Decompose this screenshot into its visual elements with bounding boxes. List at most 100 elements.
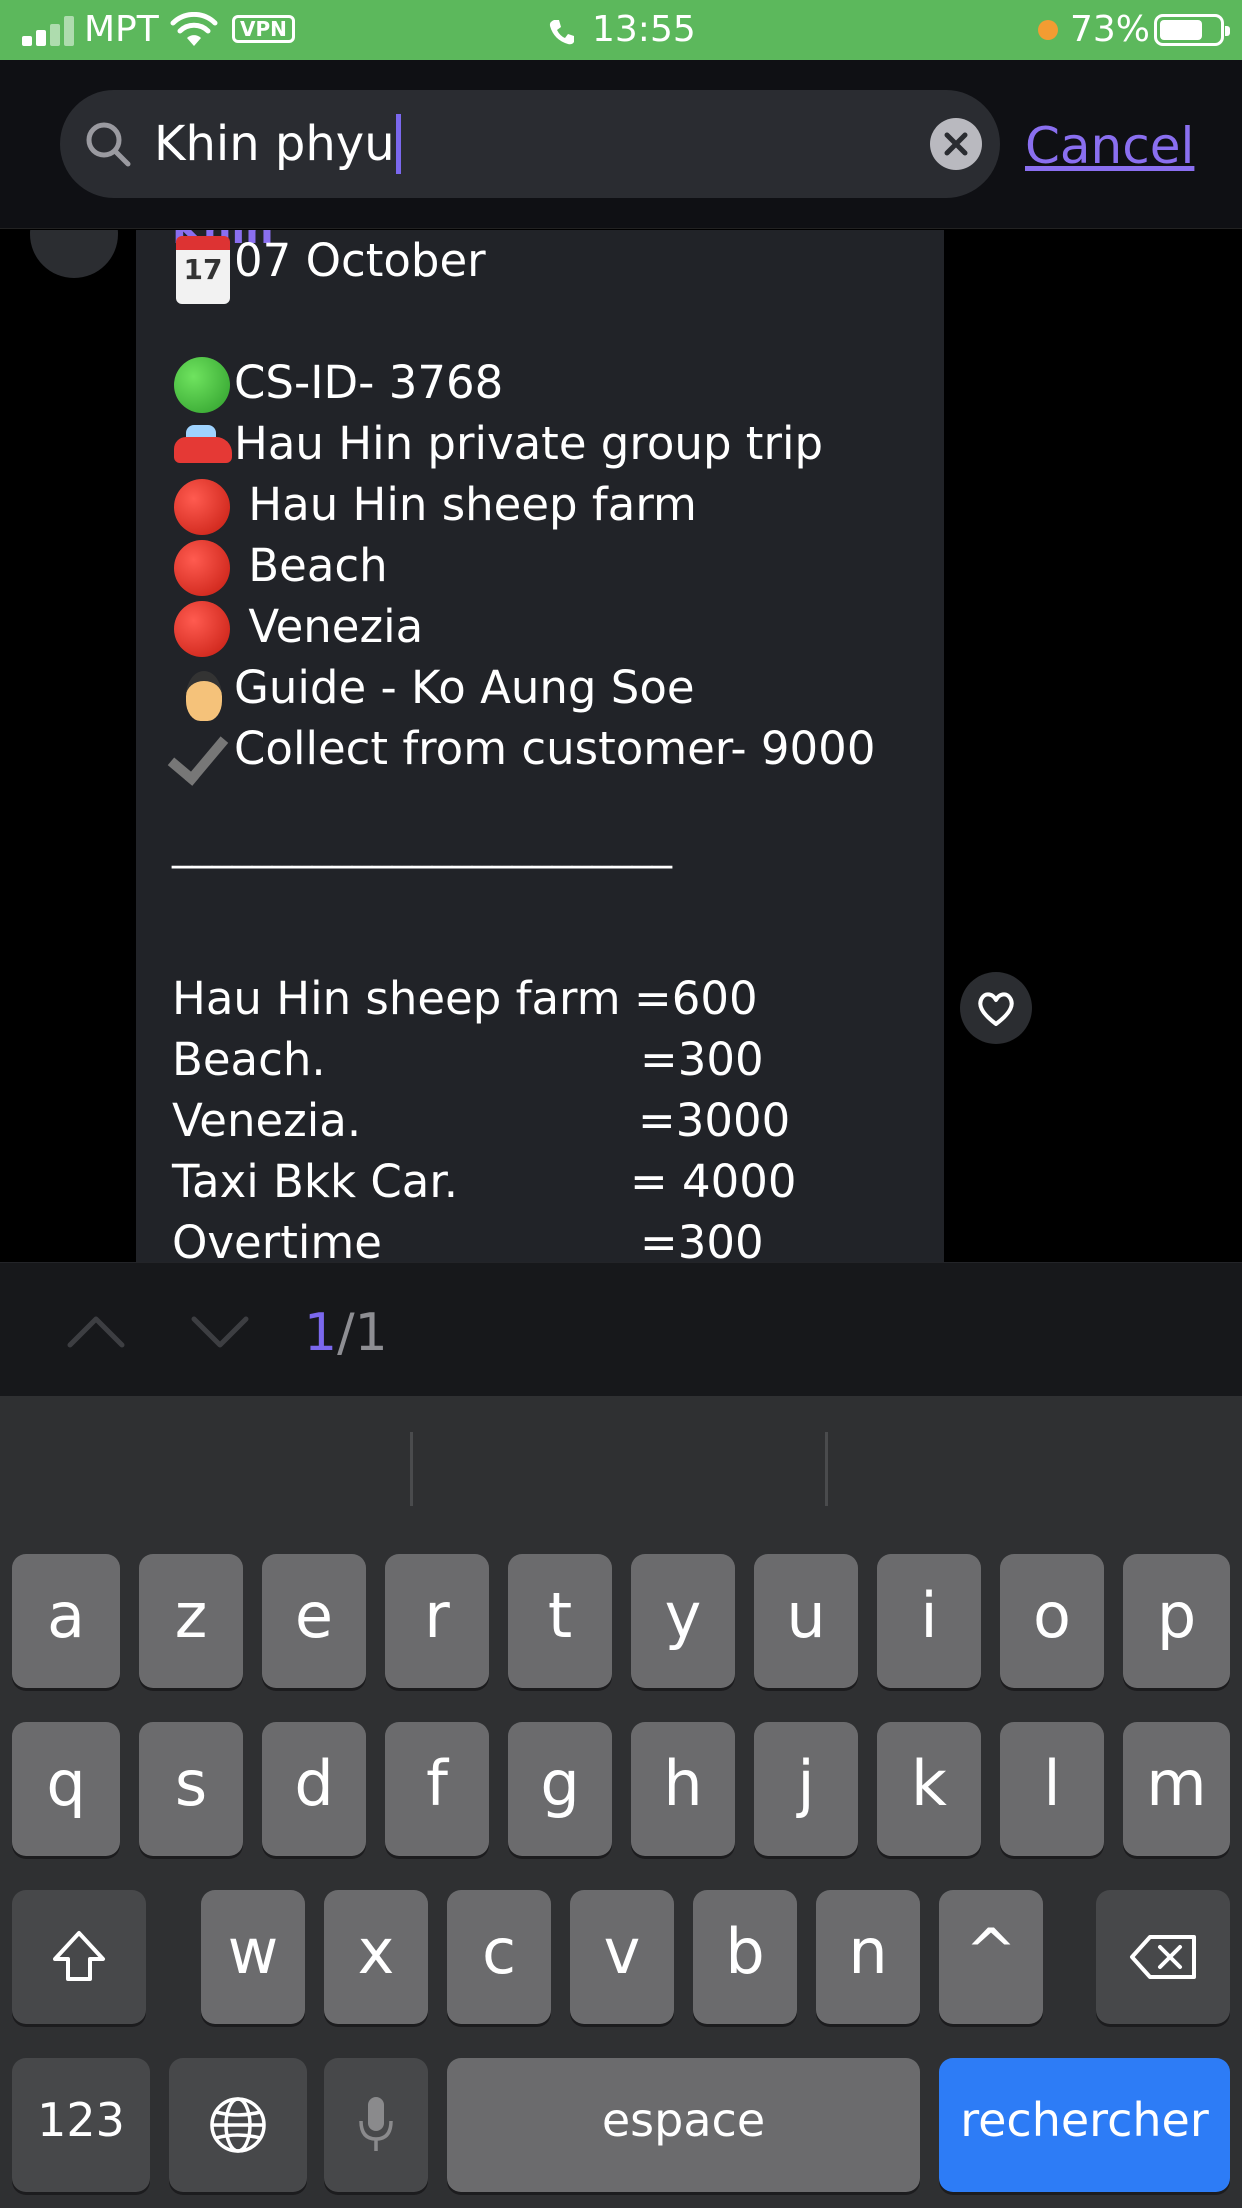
search-header: Khin phyu Cancel [0, 60, 1242, 229]
date-line: 07 October [172, 230, 486, 304]
cost-value: =600 [634, 972, 758, 1025]
guide-line: Guide - Ko Aung Soe [172, 657, 695, 721]
key-d[interactable]: d [262, 1722, 366, 1856]
car-icon [172, 413, 234, 474]
cost-row: Hau Hin sheep farm [172, 972, 621, 1025]
chevron-down-icon[interactable] [190, 1301, 250, 1361]
keyboard: a z e r t y u i o p q s d f g h j k l m … [0, 1396, 1242, 2208]
key-m[interactable]: m [1123, 1722, 1230, 1856]
battery-percent: 73% [1070, 9, 1151, 50]
avatar[interactable] [30, 230, 118, 278]
result-counter: 1/1 [304, 1301, 388, 1365]
key-l[interactable]: l [1000, 1722, 1104, 1856]
key-y[interactable]: y [631, 1554, 735, 1688]
numbers-key[interactable]: 123 [12, 2058, 150, 2192]
key-z[interactable]: z [139, 1554, 243, 1688]
key-w[interactable]: w [201, 1890, 305, 2024]
key-s[interactable]: s [139, 1722, 243, 1856]
stop-line: Hau Hin sheep farm [172, 474, 697, 535]
message-bubble[interactable]: Khin 07 October CS-ID- 3768 Hau Hin priv… [136, 230, 944, 1262]
backspace-key[interactable] [1096, 1890, 1230, 2024]
battery-level-fill [1160, 20, 1202, 40]
globe-key[interactable] [169, 2058, 307, 2192]
cancel-button[interactable]: Cancel [1025, 114, 1194, 178]
key-u[interactable]: u [754, 1554, 858, 1688]
calendar-icon [172, 230, 234, 304]
carrier-name: MPT [84, 9, 159, 50]
checkmark-icon [172, 718, 234, 779]
key-r[interactable]: r [385, 1554, 489, 1688]
cost-row: Beach. [172, 1033, 326, 1086]
text-cursor [395, 114, 401, 174]
key-caret[interactable]: ^ [939, 1890, 1043, 2024]
cost-row: Taxi Bkk Car. [172, 1155, 459, 1208]
key-f[interactable]: f [385, 1722, 489, 1856]
red-circle-icon [172, 596, 234, 657]
stop-line: Venezia [172, 596, 423, 657]
phone-icon [549, 20, 574, 45]
search-query-container: Khin phyu [154, 114, 401, 174]
cost-value: =300 [640, 1216, 764, 1262]
search-icon [86, 122, 131, 167]
reaction-button[interactable] [960, 972, 1032, 1044]
result-separator: / [337, 1303, 355, 1363]
key-c[interactable]: c [447, 1890, 551, 2024]
signal-icon [22, 16, 78, 46]
key-n[interactable]: n [816, 1890, 920, 2024]
cost-row: Venezia. [172, 1094, 362, 1147]
chat-area[interactable]: Khin 07 October CS-ID- 3768 Hau Hin priv… [0, 230, 1242, 1262]
cost-value: = 4000 [630, 1155, 797, 1208]
clock: 13:55 [592, 9, 696, 50]
green-circle-icon [172, 352, 234, 413]
key-g[interactable]: g [508, 1722, 612, 1856]
cost-value: =300 [640, 1033, 764, 1086]
divider-line: _________________________ [172, 823, 672, 869]
result-total: 1 [354, 1303, 388, 1363]
cost-row: Overtime [172, 1216, 382, 1262]
cs-id-line: CS-ID- 3768 [172, 352, 503, 413]
shift-icon [53, 1931, 105, 1981]
shift-key[interactable] [12, 1890, 146, 2024]
key-e[interactable]: e [262, 1554, 366, 1688]
suggestion-divider [410, 1432, 413, 1506]
key-k[interactable]: k [877, 1722, 981, 1856]
key-b[interactable]: b [693, 1890, 797, 2024]
key-a[interactable]: a [12, 1554, 120, 1688]
key-t[interactable]: t [508, 1554, 612, 1688]
dictation-key[interactable] [324, 2058, 428, 2192]
search-results-nav: 1/1 [0, 1262, 1242, 1396]
key-h[interactable]: h [631, 1722, 735, 1856]
vpn-badge: VPN [232, 15, 295, 43]
search-query-text: Khin phyu [154, 116, 395, 172]
microphone-icon [359, 2097, 393, 2151]
key-i[interactable]: i [877, 1554, 981, 1688]
cost-value: =3000 [638, 1094, 791, 1147]
key-p[interactable]: p [1123, 1554, 1230, 1688]
key-o[interactable]: o [1000, 1554, 1104, 1688]
stop-line: Beach [172, 535, 388, 596]
key-q[interactable]: q [12, 1722, 120, 1856]
space-key[interactable]: espace [447, 2058, 920, 2192]
clear-search-button[interactable] [930, 118, 982, 170]
key-j[interactable]: j [754, 1722, 858, 1856]
key-v[interactable]: v [570, 1890, 674, 2024]
status-bar: MPT VPN 13:55 73% [0, 0, 1242, 60]
collect-line: Collect from customer- 9000 [172, 718, 875, 779]
battery-icon [1154, 14, 1230, 46]
key-x[interactable]: x [324, 1890, 428, 2024]
globe-icon [210, 2097, 266, 2153]
search-input[interactable]: Khin phyu [60, 90, 1000, 198]
backspace-icon [1130, 1935, 1196, 1979]
result-current: 1 [304, 1303, 338, 1363]
red-circle-icon [172, 535, 234, 596]
trip-line: Hau Hin private group trip [172, 413, 823, 474]
clear-circle-icon [944, 132, 968, 156]
chevron-up-icon[interactable] [66, 1301, 126, 1361]
suggestion-divider [825, 1432, 828, 1506]
red-circle-icon [172, 474, 234, 535]
heart-icon [978, 992, 1014, 1026]
privacy-indicator-dot [1038, 20, 1058, 40]
detective-icon [172, 657, 234, 721]
wifi-icon [170, 12, 218, 46]
search-return-key[interactable]: rechercher [939, 2058, 1230, 2192]
